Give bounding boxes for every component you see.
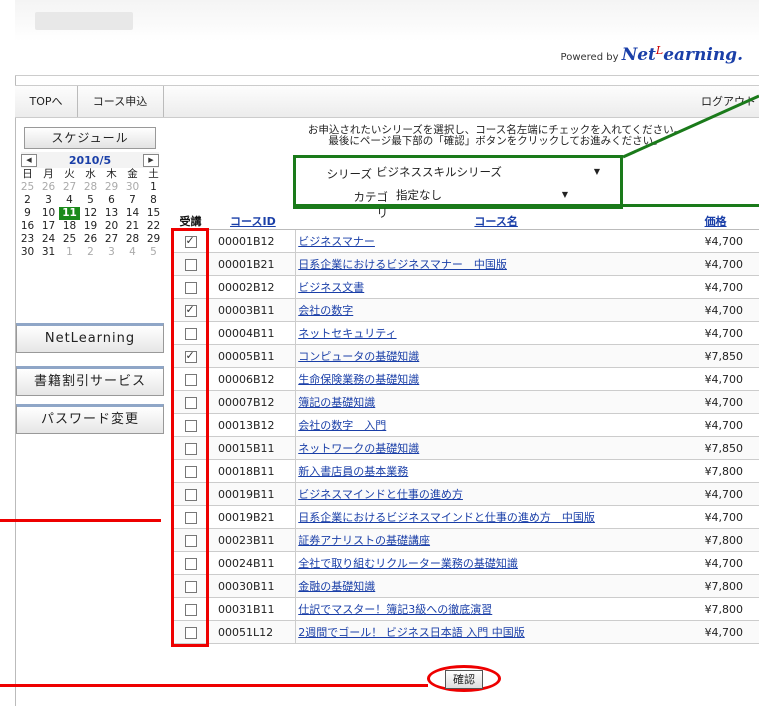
annotation-red-line [0,519,161,522]
table-row: 00007B12 簿記の基礎知識 ¥4,700 [171,390,759,414]
course-id: 00019B21 [210,505,296,529]
annotation-red-line [0,684,428,687]
course-price: ¥4,700 [696,298,759,322]
course-table: 受講 コースID コース名 価格 00001B12ビジネスマナー¥4,70000… [171,212,759,644]
course-price: ¥4,700 [696,413,759,437]
confirm-button[interactable]: 確認 [445,670,483,689]
course-id: 00006B12 [210,367,296,391]
course-name-cell: 日系企業におけるビジネスマインドと仕事の進め方 中国版 [295,505,697,529]
course-price: ¥4,700 [696,505,759,529]
course-id: 00013B12 [210,413,296,437]
table-row: 00023B11 証券アナリストの基礎講座 ¥7,800 [171,528,759,552]
course-name-link[interactable]: 日系企業におけるビジネスマナー 中国版 [298,258,507,271]
table-row: 00018B11 新入書店員の基本業務 ¥7,800 [171,459,759,483]
course-id: 00002B12 [210,275,296,299]
course-id: 00031B11 [210,597,296,621]
course-id: 00007B12 [210,390,296,414]
course-name-link[interactable]: ビジネスマインドと仕事の進め方 [298,488,463,501]
course-name-cell: 日系企業におけるビジネスマナー 中国版 [295,252,697,276]
course-name-cell: ネットワークの基礎知識 [295,436,697,460]
col-header-check: 受講 [171,212,211,230]
course-name-cell: ネットセキュリティ [295,321,697,345]
course-name-link[interactable]: ネットセキュリティ [298,327,396,340]
course-price: ¥4,700 [696,551,759,575]
course-name-cell: 生命保険業務の基礎知識 [295,367,697,391]
course-name-cell: コンピュータの基礎知識 [295,344,697,368]
course-name-link[interactable]: 新入書店員の基本業務 [298,465,408,478]
col-header-name[interactable]: コース名 [295,212,697,230]
annotation-red-box [171,228,209,647]
course-id: 00003B11 [210,298,296,322]
table-row: 00004B11 ネットセキュリティ ¥4,700 [171,321,759,345]
course-name-cell: 証券アナリストの基礎講座 [295,528,697,552]
course-name-cell: 仕訳でマスター！簿記3級への徹底演習 [295,597,697,621]
course-name-cell: ビジネス文書 [295,275,697,299]
course-id: 00051L12 [210,620,296,644]
course-name-link[interactable]: 仕訳でマスター！簿記3級への徹底演習 [298,603,492,616]
course-price: ¥4,700 [696,229,759,253]
course-id: 00024B11 [210,551,296,575]
course-price: ¥7,800 [696,597,759,621]
course-name-link[interactable]: 会社の数字 入門 [298,419,386,432]
course-name-link[interactable]: 証券アナリストの基礎講座 [298,534,430,547]
course-name-link[interactable]: 日系企業におけるビジネスマインドと仕事の進め方 中国版 [298,511,595,524]
course-price: ¥4,700 [696,620,759,644]
table-row: 00001B12ビジネスマナー ¥4,700 [171,229,759,253]
course-name-link[interactable]: ネットワークの基礎知識 [298,442,419,455]
table-row: 00019B21 日系企業におけるビジネスマインドと仕事の進め方 中国版 ¥4,70… [171,505,759,529]
course-price: ¥4,700 [696,275,759,299]
course-name-link[interactable]: 生命保険業務の基礎知識 [298,373,419,386]
col-header-price[interactable]: 価格 [696,212,759,230]
table-row: 00030B11 金融の基礎知識 ¥7,800 [171,574,759,598]
course-name-link[interactable]: 2週間でゴール！ ビジネス日本語 入門 中国版 [298,626,525,639]
course-id: 00023B11 [210,528,296,552]
course-id: 00018B11 [210,459,296,483]
course-price: ¥7,800 [696,574,759,598]
course-name-cell: 会社の数字 入門 [295,413,697,437]
course-price: ¥7,850 [696,436,759,460]
table-row: 00002B12 ビジネス文書 ¥4,700 [171,275,759,299]
course-id: 00001B21 [210,252,296,276]
course-id: 00019B11 [210,482,296,506]
course-id: 00030B11 [210,574,296,598]
table-row: 00019B11 ビジネスマインドと仕事の進め方 ¥4,700 [171,482,759,506]
course-price: ¥4,700 [696,367,759,391]
table-row: 00001B21 日系企業におけるビジネスマナー 中国版 ¥4,700 [171,252,759,276]
course-id: 00004B11 [210,321,296,345]
course-name-link[interactable]: 会社の数字 [298,304,353,317]
course-name-link[interactable]: 全社で取り組むリクルーター業務の基礎知識 [298,557,518,570]
course-price: ¥4,700 [696,321,759,345]
course-price: ¥4,700 [696,252,759,276]
table-row: 00013B12 会社の数字 入門 ¥4,700 [171,413,759,437]
table-row: 00006B12 生命保険業務の基礎知識 ¥4,700 [171,367,759,391]
table-row: 00024B11 全社で取り組むリクルーター業務の基礎知識 ¥4,700 [171,551,759,575]
course-price: ¥7,800 [696,528,759,552]
course-name-link[interactable]: 金融の基礎知識 [298,580,375,593]
course-id: 00005B11 [210,344,296,368]
course-name-cell: 2週間でゴール！ ビジネス日本語 入門 中国版 [295,620,697,644]
table-row: 00005B11コンピュータの基礎知識 ¥7,850 [171,344,759,368]
course-name-cell: 金融の基礎知識 [295,574,697,598]
course-price: ¥4,700 [696,390,759,414]
course-price: ¥4,700 [696,482,759,506]
course-name-cell: 簿記の基礎知識 [295,390,697,414]
course-name-link[interactable]: ビジネス文書 [298,281,364,294]
course-name-cell: ビジネスマナー [295,229,697,253]
course-name-cell: 会社の数字 [295,298,697,322]
table-row: 00003B11会社の数字 ¥4,700 [171,298,759,322]
course-name-cell: 新入書店員の基本業務 [295,459,697,483]
course-name-link[interactable]: コンピュータの基礎知識 [298,350,419,363]
course-id: 00015B11 [210,436,296,460]
course-price: ¥7,850 [696,344,759,368]
table-row: 00051L12 2週間でゴール！ ビジネス日本語 入門 中国版 ¥4,700 [171,620,759,644]
table-row: 00015B11 ネットワークの基礎知識 ¥7,850 [171,436,759,460]
col-header-id[interactable]: コースID [210,212,296,230]
course-price: ¥7,800 [696,459,759,483]
course-name-cell: 全社で取り組むリクルーター業務の基礎知識 [295,551,697,575]
course-id: 00001B12 [210,229,296,253]
course-name-cell: ビジネスマインドと仕事の進め方 [295,482,697,506]
course-name-link[interactable]: 簿記の基礎知識 [298,396,375,409]
course-name-link[interactable]: ビジネスマナー [298,235,375,248]
table-row: 00031B11 仕訳でマスター！簿記3級への徹底演習 ¥7,800 [171,597,759,621]
